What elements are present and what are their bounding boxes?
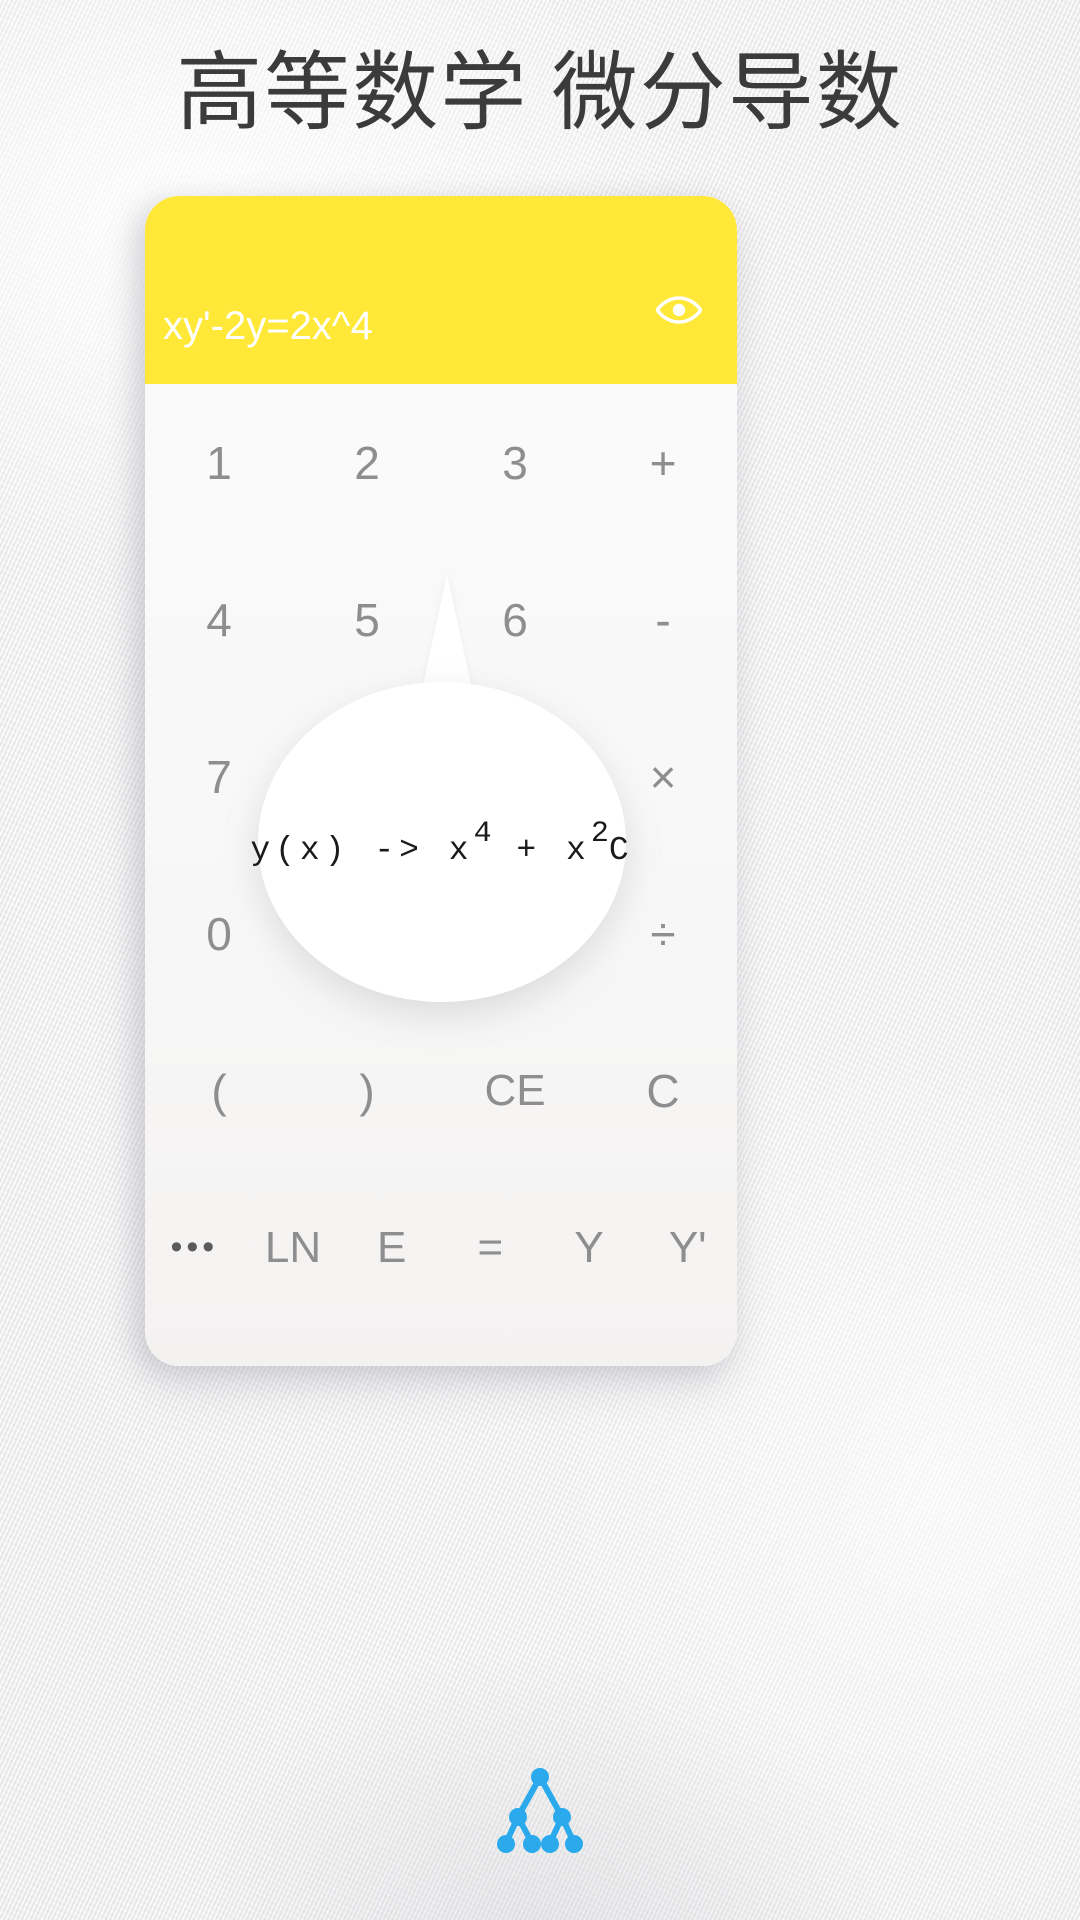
key-3[interactable]: 3 xyxy=(441,436,589,490)
key-clear-entry[interactable]: CE xyxy=(441,1066,589,1116)
page-title: 高等数学 微分导数 xyxy=(176,45,904,141)
keypad-function-row: ••• LN E = Y Y' xyxy=(145,1169,737,1326)
result-expression: y(x) -> x4 + x2C xyxy=(250,817,634,869)
result-term1-exponent: 4 xyxy=(473,817,492,851)
key-ln[interactable]: LN xyxy=(244,1223,343,1273)
key-paren-close[interactable]: ) xyxy=(293,1064,441,1118)
result-lhs: y(x) xyxy=(250,832,350,869)
key-y[interactable]: Y xyxy=(540,1223,639,1273)
keypad-row-5: ( ) CE C xyxy=(145,1012,737,1169)
formula-input[interactable]: xy'-2y=2x^4 xyxy=(163,304,633,349)
calculator-header: xy'-2y=2x^4 xyxy=(145,196,737,384)
result-term1-base: x xyxy=(448,832,474,869)
result-bubble-tail xyxy=(421,574,473,694)
key-1[interactable]: 1 xyxy=(145,436,293,490)
result-bubble[interactable]: y(x) -> x4 + x2C xyxy=(250,682,629,1002)
eye-icon[interactable] xyxy=(653,288,705,332)
result-constant: C xyxy=(608,832,634,869)
key-5[interactable]: 5 xyxy=(293,593,441,647)
key-equals[interactable]: = xyxy=(441,1223,540,1273)
molecule-tree-logo xyxy=(497,1768,583,1853)
key-e[interactable]: E xyxy=(342,1223,441,1273)
keypad-row-1: 1 2 3 + xyxy=(145,384,737,541)
result-term2-exponent: 2 xyxy=(590,817,609,851)
key-more-options[interactable]: ••• xyxy=(145,1228,244,1267)
key-clear[interactable]: C xyxy=(589,1064,737,1118)
key-divide[interactable]: ÷ xyxy=(589,907,737,961)
key-y-prime[interactable]: Y' xyxy=(638,1223,737,1273)
brand-logo xyxy=(0,1765,1080,1857)
result-term2-base: x xyxy=(566,832,591,869)
result-arrow: -> xyxy=(374,832,424,869)
calculator-keypad: 1 2 3 + 4 5 6 - 7 8 9 × 0 . X ÷ ( ) CE C xyxy=(145,384,737,1366)
result-operator: + xyxy=(516,832,542,869)
key-2[interactable]: 2 xyxy=(293,436,441,490)
key-minus[interactable]: - xyxy=(589,593,737,647)
key-0[interactable]: 0 xyxy=(145,907,293,961)
key-4[interactable]: 4 xyxy=(145,593,293,647)
key-paren-open[interactable]: ( xyxy=(145,1064,293,1118)
phone-app-card: xy'-2y=2x^4 1 2 3 + 4 5 6 - 7 8 9 × xyxy=(145,196,737,1366)
key-plus[interactable]: + xyxy=(589,436,737,490)
